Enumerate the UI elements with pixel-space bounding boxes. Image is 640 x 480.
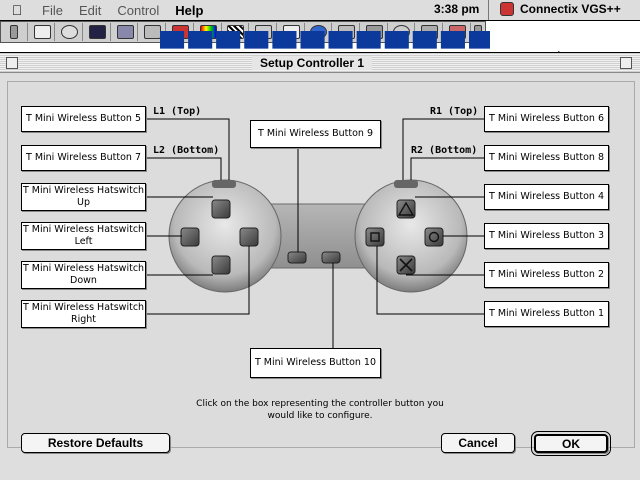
r1-mapping-box[interactable]: T Mini Wireless Button 6 <box>484 106 609 132</box>
l-shoulder-nub <box>212 180 236 188</box>
ok-button[interactable]: OK <box>531 431 611 456</box>
dpad-up-key <box>211 199 231 219</box>
start-key <box>321 251 341 264</box>
select-key <box>287 251 307 264</box>
start-mapping-box[interactable]: T Mini Wireless Button 10 <box>250 348 381 378</box>
select-mapping-box[interactable]: T Mini Wireless Button 9 <box>250 120 381 148</box>
dpad-right-key <box>239 227 259 247</box>
dpad-left-key <box>180 227 200 247</box>
triangle-mapping-box[interactable]: T Mini Wireless Button 4 <box>484 184 609 210</box>
square-mapping-box[interactable]: T Mini Wireless Button 1 <box>484 301 609 327</box>
r1-tag-label: R1 (Top) <box>430 106 479 117</box>
circle-key <box>424 227 444 247</box>
r2-tag-label: R2 (Bottom) <box>411 145 478 156</box>
circle-mapping-box[interactable]: T Mini Wireless Button 3 <box>484 223 609 249</box>
r2-mapping-box[interactable]: T Mini Wireless Button 8 <box>484 145 609 171</box>
l2-mapping-box[interactable]: T Mini Wireless Button 7 <box>21 145 146 171</box>
cross-mapping-box[interactable]: T Mini Wireless Button 2 <box>484 262 609 288</box>
left-mapping-box[interactable]: T Mini Wireless Hatswitch Left <box>21 222 146 250</box>
instruction-text: Click on the box representing the contro… <box>196 399 444 421</box>
square-key <box>365 227 385 247</box>
l1-mapping-box[interactable]: T Mini Wireless Button 5 <box>21 106 146 132</box>
l1-tag-label: L1 (Top) <box>153 106 202 117</box>
dpad-down-key <box>211 255 231 275</box>
l2-tag-label: L2 (Bottom) <box>153 145 220 156</box>
up-mapping-box[interactable]: T Mini Wireless Hatswitch Up <box>21 183 146 211</box>
down-mapping-box[interactable]: T Mini Wireless Hatswitch Down <box>21 261 146 289</box>
cancel-button[interactable]: Cancel <box>441 433 515 453</box>
restore-defaults-button[interactable]: Restore Defaults <box>21 433 170 453</box>
right-mapping-box[interactable]: T Mini Wireless Hatswitch Right <box>21 300 146 328</box>
r-shoulder-nub <box>394 180 418 188</box>
